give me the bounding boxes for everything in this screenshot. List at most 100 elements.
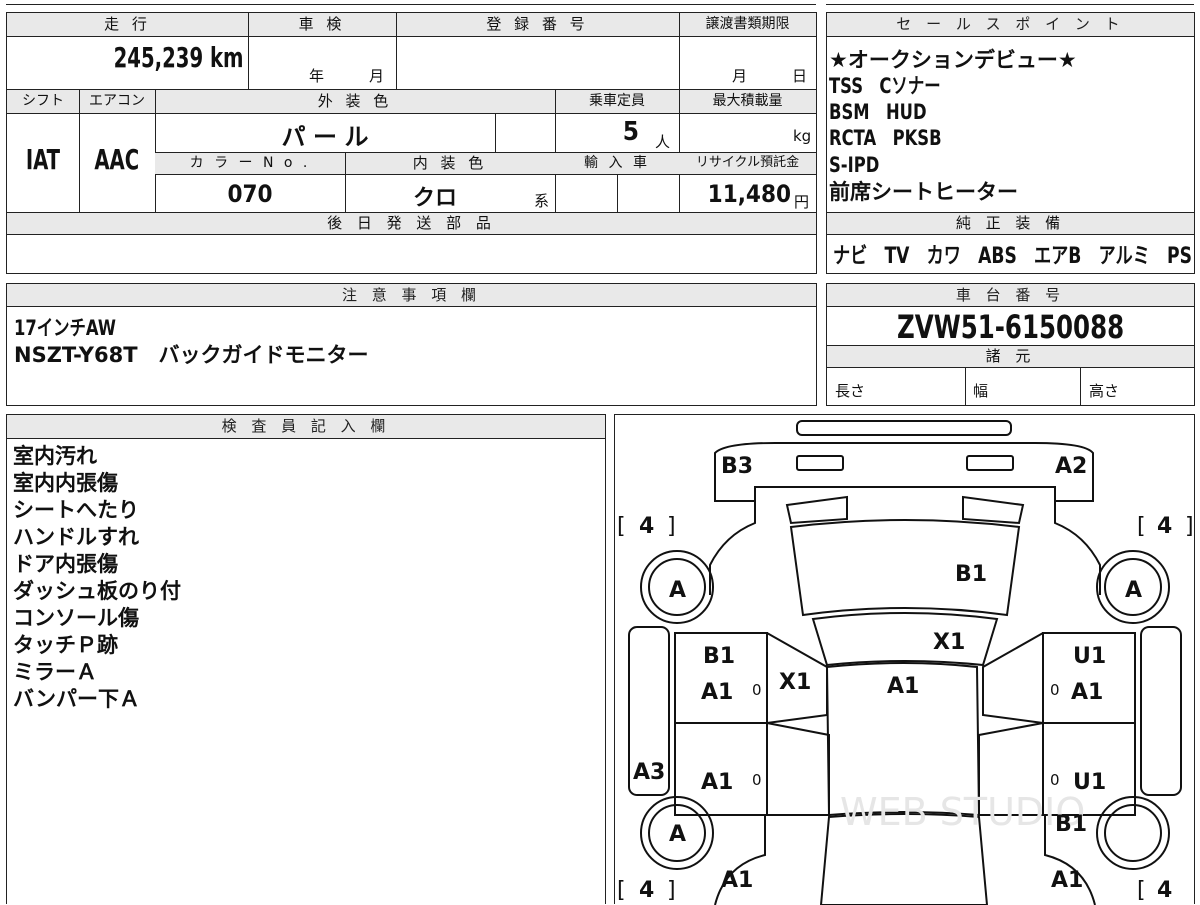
code-fender-right: B1 (1055, 812, 1087, 837)
top-edge-line (6, 4, 816, 5)
mileage-value: 245,239 km (113, 41, 243, 74)
code-front-left: A1 (721, 868, 753, 893)
inspector-line: コンソール傷 (13, 606, 139, 630)
inspector-line: バンパー下Ａ (13, 687, 141, 711)
watermark: WEB STUDIO (840, 790, 1085, 834)
code-tire-rl: A (669, 578, 686, 603)
zero-mark-fl: 0 (752, 771, 762, 789)
code-roof-rear: X1 (933, 630, 965, 655)
code-rear-right: A2 (1055, 454, 1087, 479)
shaken-month-unit: 月 (369, 67, 385, 85)
bracket-left-front-r: [ (1137, 878, 1146, 903)
spec-height-label: 高さ (1089, 382, 1120, 400)
inspector-line: ダッシュ板のり付 (13, 579, 181, 603)
color-no-label: カ ラ ー N o . (189, 155, 311, 171)
code-rear-glass: B1 (955, 562, 987, 587)
recycle-unit: 円 (794, 193, 810, 211)
bracket-left-rear: [ (617, 514, 626, 539)
transfer-deadline-label: 譲渡書類期限 (705, 16, 790, 32)
import-label: 輸 入 車 (584, 155, 650, 171)
sales-point-line: BSM HUD (829, 100, 927, 124)
sales-point-lines: ★オークションデビュー★ TSS Cソナー BSM HUD RCTA PKSB … (829, 47, 1077, 205)
shift-value: IAT (25, 143, 61, 176)
interior-color-suffix: 系 (534, 192, 550, 210)
tread-depth-fr: 4 (1157, 878, 1172, 903)
recycle-value: 11,480 (707, 180, 791, 208)
sales-point-line: ★オークションデビュー★ (829, 48, 1077, 72)
aircon-value: AAC (94, 143, 140, 176)
rocker-right (1140, 626, 1182, 796)
zero-mark-fr: 0 (1050, 771, 1060, 789)
inspector-box: 検 査 員 記 入 欄 室内汚れ 室内内張傷 シートへたり ハンドルすれ ドア内… (6, 414, 606, 904)
top-edge-line-right (826, 4, 1194, 5)
code-rear-left: B3 (721, 454, 753, 479)
rear-lamp-right (966, 455, 1014, 471)
genuine-equipment-items: ナビ TV カワ ABS エアB アルミ PS PW (833, 244, 1200, 269)
sales-point-box: セ ー ル ス ポ イ ン ト ★オークションデビュー★ TSS Cソナー BS… (826, 12, 1200, 274)
registration-label: 登 録 番 号 (486, 15, 589, 33)
taillight-left (785, 495, 848, 525)
spec-width-label: 幅 (973, 382, 989, 400)
zero-mark-rl: 0 (752, 681, 762, 699)
interior-color-value: クロ (412, 186, 457, 211)
inspector-line: ミラーＡ (13, 660, 97, 684)
code-rear-door-left-bottom: A1 (701, 680, 733, 705)
notes-box: 注 意 事 項 欄 17インチAW NSZT-Y68T バックガイドモニター (6, 283, 817, 406)
interior-color-label: 内 装 色 (412, 154, 488, 172)
genuine-equipment-label: 純 正 装 備 (827, 212, 1194, 235)
specs-label: 諸 元 (827, 345, 1194, 368)
bracket-left-front: [ (617, 878, 626, 903)
rear-window-right (982, 632, 1044, 724)
code-rear-door-right-top: U1 (1073, 644, 1106, 669)
inspector-label: 検 査 員 記 入 欄 (7, 415, 605, 439)
code-front-door-left: A1 (701, 770, 733, 795)
notes-label: 注 意 事 項 欄 (7, 284, 816, 307)
tread-depth-rl: 4 (639, 514, 654, 539)
inspector-lines: 室内汚れ 室内内張傷 シートへたり ハンドルすれ ドア内張傷 ダッシュ板のり付 … (13, 443, 181, 713)
roof-rear-shape (811, 612, 999, 667)
sales-point-line: S-IPD (829, 153, 880, 177)
sales-point-label: セ ー ル ス ポ イ ン ト (827, 13, 1194, 37)
bracket-left-rear-r: [ (1137, 514, 1146, 539)
mileage-label: 走 行 (104, 15, 151, 33)
later-parts-label: 後 日 発 送 部 品 (7, 212, 816, 235)
tread-depth-rr: 4 (1157, 514, 1172, 539)
max-load-label: 最大積載量 (712, 93, 783, 109)
tread-depth-fl: 4 (639, 878, 654, 903)
sales-point-line: 前席シートヒーター (829, 180, 1018, 204)
bracket-right-rear: ] (667, 514, 676, 539)
max-load-unit: kg (793, 127, 812, 145)
code-roof: A1 (887, 674, 919, 699)
tire-front-right (1096, 796, 1170, 870)
rear-bumper-shape (714, 442, 1094, 502)
transfer-month-unit: 月 (732, 67, 748, 85)
inspector-line: タッチＰ跡 (13, 633, 118, 657)
code-tire-fl: A (669, 822, 686, 847)
bracket-right-rear-r: ] (1185, 514, 1194, 539)
spoiler-shape (796, 420, 1012, 436)
sales-point-line: RCTA PKSB (829, 126, 942, 150)
car-diagram: WEB STUDIO [ 4 ] [ 4 ] [ 4 ] [ 4 B3 A2 B… (617, 420, 1194, 905)
sales-point-line: TSS Cソナー (829, 74, 941, 98)
vehicle-info-table: 走 行 車 検 登 録 番 号 譲渡書類期限 245,239 km 年 月 月 … (6, 12, 817, 274)
code-tire-rr: A (1125, 578, 1142, 603)
front-window-left (766, 722, 830, 816)
exterior-color-value: パ ー ル (281, 123, 369, 151)
shaken-year-unit: 年 (309, 67, 325, 85)
inspector-line: 室内汚れ (13, 444, 97, 468)
capacity-value: 5 (622, 117, 639, 147)
rear-lamp-left (796, 455, 844, 471)
chassis-label: 車 台 番 号 (827, 284, 1194, 307)
tire-front-right-inner (1104, 804, 1162, 862)
code-rear-door-right-bottom: A1 (1071, 680, 1103, 705)
capacity-label: 乗車定員 (589, 93, 645, 109)
inspector-line: ドア内張傷 (13, 552, 118, 576)
shaken-label: 車 検 (298, 15, 346, 33)
chassis-number: ZVW51-6150088 (896, 308, 1125, 346)
chassis-box: 車 台 番 号 ZVW51-6150088 諸 元 長さ 幅 高さ (826, 283, 1195, 406)
body-left-rear (709, 501, 756, 595)
code-rear-door-left-top: B1 (703, 644, 735, 669)
code-front-right: A1 (1051, 868, 1083, 893)
exterior-color-label: 外 装 色 (317, 92, 393, 110)
code-rocker-left: A3 (633, 760, 665, 785)
